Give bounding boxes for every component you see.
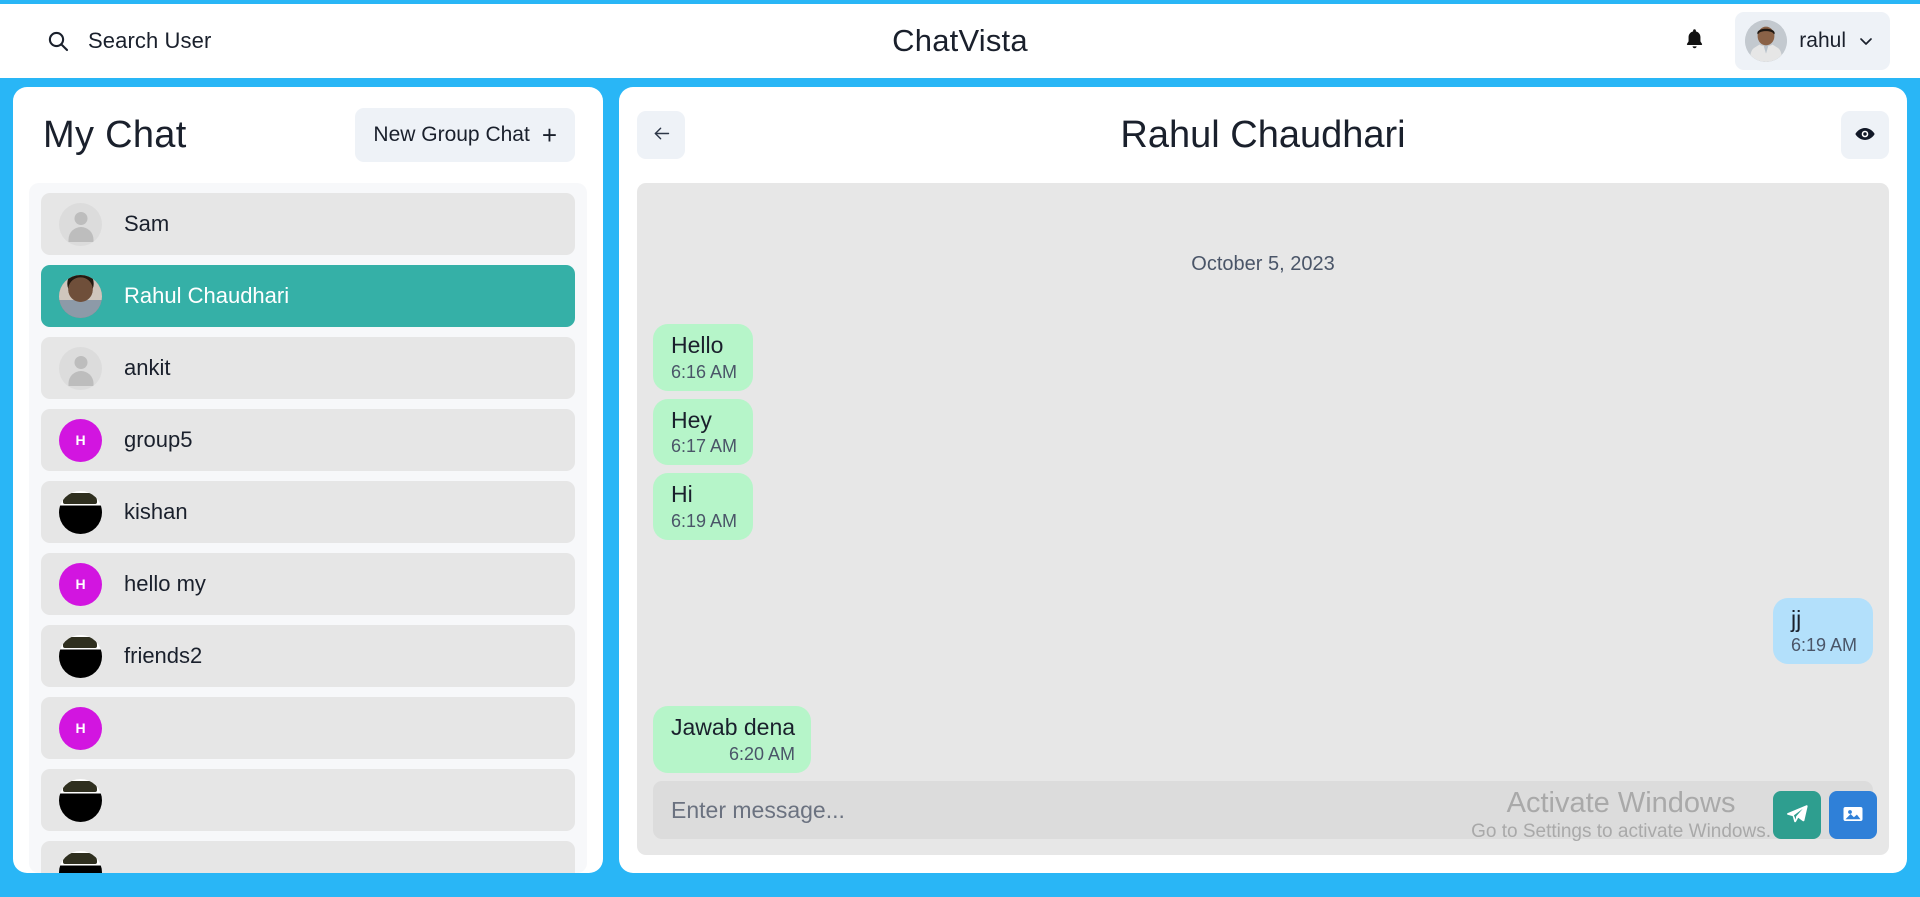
message-timestamp: 6:17 AM: [671, 436, 738, 457]
avatar: H: [59, 562, 102, 606]
chat-list-item[interactable]: friends2: [41, 625, 575, 687]
date-separator: October 5, 2023: [1191, 253, 1335, 276]
message-text: Hey: [671, 406, 712, 433]
chat-list-item[interactable]: Sam: [41, 193, 575, 255]
message-list: October 5, 2023 Hello 6:16 AM Hey 6:17 AM Hi 6…: [653, 197, 1873, 781]
message-bubble[interactable]: jj 6:19 AM: [1772, 597, 1873, 665]
message-bubble[interactable]: Hey 6:17 AM: [653, 398, 754, 466]
avatar: [1745, 20, 1788, 62]
message-bubble[interactable]: Jawab dena 6:20 AM: [653, 706, 812, 773]
avatar: [59, 274, 102, 318]
message-bubble[interactable]: Hi 6:19 AM: [653, 473, 754, 540]
chat-list-item[interactable]: Hhello my: [41, 553, 575, 615]
app-stage: My Chat New Group Chat + Sam Rahul Chaudh…: [0, 78, 1920, 897]
bell-icon: [1682, 27, 1707, 55]
chat-list-item[interactable]: Rahul Chaudhari: [41, 265, 575, 327]
message-text: Hello: [671, 332, 724, 359]
search-user-label: Search User: [88, 28, 212, 53]
chat-list-item-label: group5: [124, 427, 193, 452]
avatar: [59, 850, 102, 873]
search-user-button[interactable]: Search User: [32, 20, 225, 62]
my-chat-panel: My Chat New Group Chat + Sam Rahul Chaudh…: [13, 87, 603, 873]
view-profile-button[interactable]: [1841, 111, 1889, 159]
eye-icon: [1854, 123, 1876, 148]
message-gap: [653, 548, 1873, 590]
message-timestamp: 6:19 AM: [671, 510, 738, 531]
page-title: My Chat: [43, 113, 187, 156]
chat-list-item-label: friends2: [124, 643, 203, 668]
notifications-button[interactable]: [1673, 20, 1715, 62]
chat-list-item[interactable]: [41, 841, 575, 873]
header-right-group: rahul: [1673, 12, 1890, 70]
message-row: Hi 6:19 AM: [653, 473, 1873, 540]
sidebar-header: My Chat New Group Chat +: [29, 87, 587, 183]
image-icon: [1841, 802, 1865, 829]
chevron-down-icon: [1858, 33, 1874, 49]
top-header-bar: Search User ChatVista rahul: [0, 4, 1920, 78]
chat-list-item[interactable]: kishan: [41, 481, 575, 543]
message-gap: [653, 672, 1873, 698]
attach-image-button[interactable]: [1829, 791, 1877, 839]
message-row: Hey 6:17 AM: [653, 398, 1873, 466]
search-icon: [46, 29, 70, 53]
new-group-chat-button[interactable]: New Group Chat +: [355, 108, 575, 162]
message-timestamp: 6:19 AM: [1790, 635, 1857, 656]
chat-list-item-label: kishan: [124, 499, 188, 524]
conversation-panel: Rahul Chaudhari October 5, 2023 Hello 6:16…: [619, 87, 1907, 873]
conversation-title: Rahul Chaudhari: [1120, 113, 1406, 156]
arrow-left-icon: [651, 123, 672, 147]
avatar: H: [59, 706, 102, 750]
message-composer: [653, 781, 1873, 839]
chat-list-item[interactable]: Hgroup5: [41, 409, 575, 471]
back-button[interactable]: [637, 111, 685, 159]
chat-list-item-label: hello my: [124, 571, 206, 596]
chat-list-item[interactable]: ankit: [41, 337, 575, 399]
chat-list: Sam Rahul Chaudhari ankit Hgroup5 kishan Hhel…: [41, 193, 575, 873]
avatar: [59, 346, 102, 390]
chat-list-item[interactable]: H: [41, 697, 575, 759]
avatar: [59, 202, 102, 246]
message-timestamp: 6:16 AM: [671, 361, 738, 382]
message-timestamp: 6:20 AM: [729, 744, 796, 764]
avatar: H: [59, 418, 102, 462]
message-row: jj 6:19 AM: [653, 597, 1873, 665]
message-input[interactable]: [671, 796, 1855, 824]
avatar: [59, 634, 102, 678]
message-row: Hello 6:16 AM: [653, 324, 1873, 391]
message-text: jj: [1790, 605, 1802, 632]
profile-name: rahul: [1799, 29, 1846, 52]
message-text: Hi: [671, 481, 693, 508]
message-text: Jawab dena: [671, 714, 796, 741]
avatar: [59, 778, 102, 822]
message-row: Jawab dena 6:20 AM: [653, 706, 1873, 773]
send-paper-plane-icon: [1785, 802, 1809, 829]
app-title: ChatVista: [892, 23, 1028, 58]
chat-list-item-label: Sam: [124, 211, 170, 236]
profile-menu-button[interactable]: rahul: [1735, 12, 1890, 70]
chat-list-scroll[interactable]: Sam Rahul Chaudhari ankit Hgroup5 kishan Hhel…: [29, 183, 587, 873]
chat-list-item[interactable]: [41, 769, 575, 831]
message-bubble[interactable]: Hello 6:16 AM: [653, 324, 754, 391]
conversation-header: Rahul Chaudhari: [637, 87, 1889, 183]
plus-icon: +: [541, 120, 557, 150]
chat-list-item-label: ankit: [124, 355, 171, 380]
avatar: [59, 490, 102, 534]
send-button[interactable]: [1773, 791, 1821, 839]
new-group-chat-label: New Group Chat: [373, 123, 530, 146]
chat-list-item-label: Rahul Chaudhari: [124, 283, 290, 308]
conversation-body: October 5, 2023 Hello 6:16 AM Hey 6:17 AM Hi 6…: [637, 183, 1889, 855]
